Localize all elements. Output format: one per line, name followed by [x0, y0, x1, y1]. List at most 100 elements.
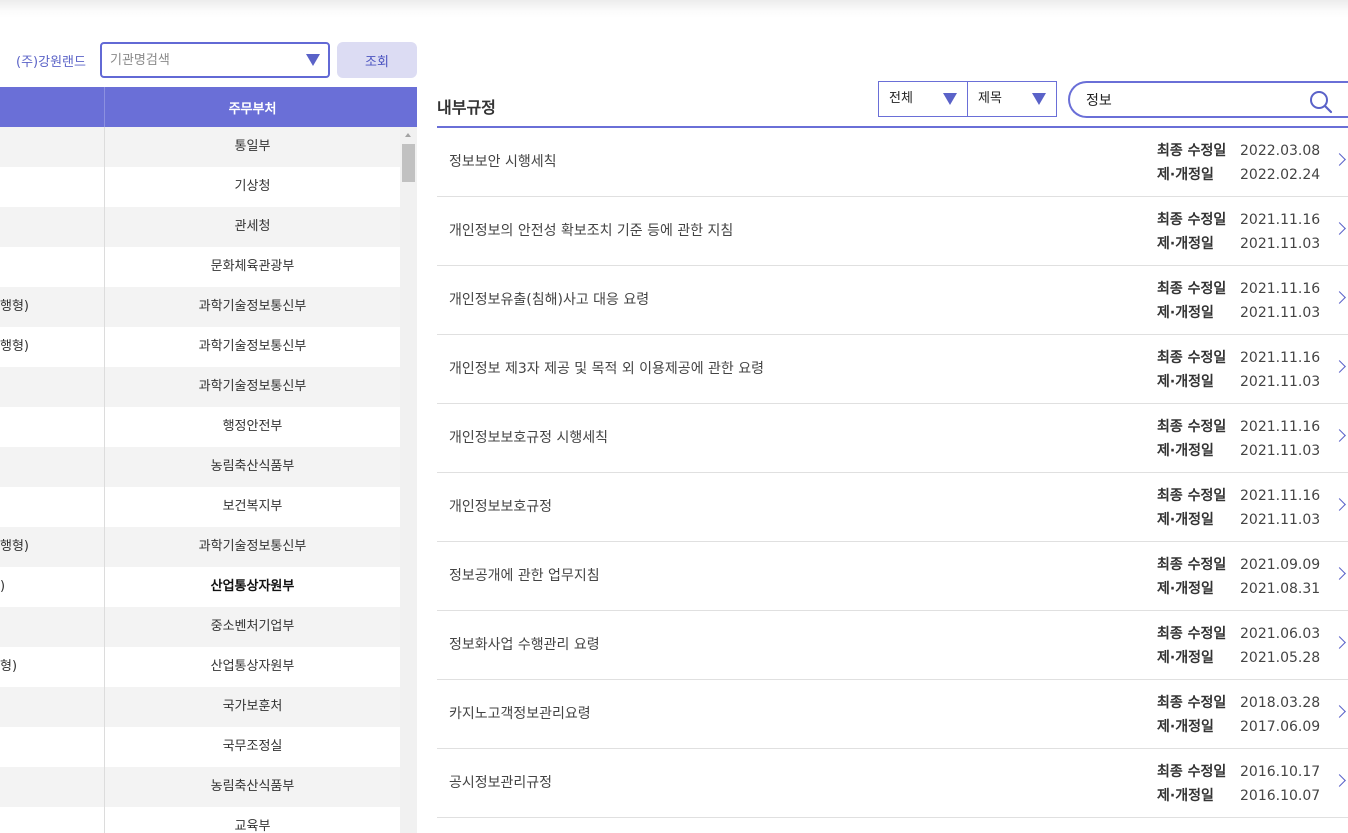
- org-table-row[interactable]: 농림축산식품부: [0, 447, 400, 487]
- last-modified-date: 2021.11.16: [1240, 488, 1321, 504]
- regulation-title[interactable]: 공시정보관리규정: [449, 749, 552, 817]
- org-table-row[interactable]: 형) 산업통상자원부: [0, 647, 400, 687]
- dept-cell: 농림축산식품부: [210, 459, 295, 474]
- last-modified-label: 최종 수정일: [1157, 626, 1227, 642]
- regulation-row[interactable]: 카지노고객정보관리요령 최종 수정일 2018.03.28 제·개정일 2017.06.…: [437, 680, 1348, 749]
- regulation-title[interactable]: 카지노고객정보관리요령: [449, 680, 591, 748]
- dept-cell: 농림축산식품부: [210, 779, 295, 794]
- regulation-dates: 최종 수정일 2022.03.08 제·개정일 2022.02.24: [1157, 139, 1327, 187]
- field-select[interactable]: 제목: [967, 81, 1057, 117]
- dept-cell: 보건복지부: [222, 499, 283, 514]
- regulation-title[interactable]: 정보공개에 관한 업무지침: [449, 542, 600, 610]
- regulation-row[interactable]: 정보공개에 관한 업무지침 최종 수정일 2021.09.09 제·개정일 2021.0…: [437, 542, 1348, 611]
- keyword-search-box[interactable]: [1068, 81, 1348, 118]
- chevron-right-icon[interactable]: [1333, 360, 1346, 373]
- chevron-right-icon[interactable]: [1333, 636, 1346, 649]
- magnifier-icon[interactable]: [1308, 89, 1334, 115]
- org-table-row[interactable]: 행형) 과학기술정보통신부: [0, 287, 400, 327]
- dept-cell: 중소벤처기업부: [210, 619, 295, 634]
- org-table-row[interactable]: 행형) 과학기술정보통신부: [0, 327, 400, 367]
- enacted-date: 2022.02.24: [1240, 167, 1321, 183]
- enacted-date: 2021.05.28: [1240, 650, 1321, 666]
- org-search-input[interactable]: [110, 44, 300, 76]
- org-table-row[interactable]: 행형) 과학기술정보통신부: [0, 527, 400, 567]
- chevron-right-icon[interactable]: [1333, 567, 1346, 580]
- page-title: 내부규정: [437, 98, 496, 117]
- regulation-row[interactable]: 개인정보보호규정 최종 수정일 2021.11.16 제·개정일 2021.11.03: [437, 473, 1348, 542]
- last-modified-label: 최종 수정일: [1157, 488, 1227, 504]
- enacted-label: 제·개정일: [1157, 512, 1214, 528]
- regulation-dates: 최종 수정일 2021.09.09 제·개정일 2021.08.31: [1157, 553, 1327, 601]
- regulation-row[interactable]: 개인정보의 안전성 확보조치 기준 등에 관한 지침 최종 수정일 2021.11.…: [437, 197, 1348, 266]
- scope-select[interactable]: 전체: [878, 81, 968, 117]
- regulation-title[interactable]: 개인정보보호규정: [449, 473, 552, 541]
- regulation-title[interactable]: 개인정보 제3자 제공 및 목적 외 이용제공에 관한 요령: [449, 335, 764, 403]
- org-table-row[interactable]: 문화체육관광부: [0, 247, 400, 287]
- org-table-row[interactable]: 관세청: [0, 207, 400, 247]
- org-name-cell: ): [0, 579, 6, 594]
- enacted-label: 제·개정일: [1157, 581, 1214, 597]
- query-button[interactable]: 조회: [337, 42, 417, 78]
- chevron-right-icon[interactable]: [1333, 291, 1346, 304]
- regulation-dates: 최종 수정일 2021.11.16 제·개정일 2021.11.03: [1157, 346, 1327, 394]
- org-table-row[interactable]: 국가보훈처: [0, 687, 400, 727]
- last-modified-label: 최종 수정일: [1157, 419, 1227, 435]
- org-table-row[interactable]: ) 산업통상자원부: [0, 567, 400, 607]
- chevron-right-icon[interactable]: [1333, 774, 1346, 787]
- regulation-row[interactable]: 개인정보보호규정 시행세칙 최종 수정일 2021.11.16 제·개정일 2021.1…: [437, 404, 1348, 473]
- org-name-cell: 행형): [0, 339, 29, 354]
- enacted-date: 2016.10.07: [1240, 788, 1321, 804]
- regulation-title[interactable]: 정보화사업 수행관리 요령: [449, 611, 600, 679]
- chevron-right-icon[interactable]: [1333, 705, 1346, 718]
- regulation-row[interactable]: 정보보안 시행세칙 최종 수정일 2022.03.08 제·개정일 2022.02.24: [437, 128, 1348, 197]
- org-table-row[interactable]: 기상청: [0, 167, 400, 207]
- dropdown-triangle-icon[interactable]: [306, 54, 320, 66]
- org-table-row[interactable]: 농림축산식품부: [0, 767, 400, 807]
- regulation-list: 정보보안 시행세칙 최종 수정일 2022.03.08 제·개정일 2022.02.24…: [437, 128, 1348, 818]
- last-modified-label: 최종 수정일: [1157, 557, 1227, 573]
- regulation-row[interactable]: 개인정보 제3자 제공 및 목적 외 이용제공에 관한 요령 최종 수정일 2021…: [437, 335, 1348, 404]
- regulation-dates: 최종 수정일 2016.10.17 제·개정일 2016.10.07: [1157, 760, 1327, 808]
- scroll-up-arrow-icon[interactable]: [405, 133, 411, 137]
- enacted-label: 제·개정일: [1157, 719, 1214, 735]
- dept-cell: 교육부: [234, 819, 271, 833]
- regulation-title[interactable]: 정보보안 시행세칙: [449, 128, 557, 196]
- scope-select-value: 전체: [889, 91, 913, 106]
- chevron-right-icon[interactable]: [1333, 429, 1346, 442]
- chevron-right-icon[interactable]: [1333, 153, 1346, 166]
- dept-cell: 국가보훈처: [222, 699, 283, 714]
- dept-cell: 산업통상자원부: [210, 659, 295, 674]
- org-table-row[interactable]: 보건복지부: [0, 487, 400, 527]
- last-modified-label: 최종 수정일: [1157, 350, 1227, 366]
- enacted-date: 2021.11.03: [1240, 236, 1321, 252]
- org-search-combobox[interactable]: [100, 42, 330, 78]
- org-table-row[interactable]: 중소벤처기업부: [0, 607, 400, 647]
- dropdown-triangle-icon: [1032, 93, 1046, 105]
- org-table-row[interactable]: 국무조정실: [0, 727, 400, 767]
- regulation-row[interactable]: 개인정보유출(침해)사고 대응 요령 최종 수정일 2021.11.16 제·개정일 2…: [437, 266, 1348, 335]
- org-table-row[interactable]: 통일부: [0, 127, 400, 167]
- dept-cell: 통일부: [234, 139, 271, 154]
- regulation-dates: 최종 수정일 2021.11.16 제·개정일 2021.11.03: [1157, 208, 1327, 256]
- regulation-row[interactable]: 공시정보관리규정 최종 수정일 2016.10.17 제·개정일 2016.10.07: [437, 749, 1348, 818]
- org-name-cell: 행형): [0, 539, 29, 554]
- regulation-dates: 최종 수정일 2021.11.16 제·개정일 2021.11.03: [1157, 484, 1327, 532]
- dept-cell: 과학기술정보통신부: [198, 299, 307, 314]
- org-table-row[interactable]: 교육부: [0, 807, 400, 833]
- regulation-row[interactable]: 정보화사업 수행관리 요령 최종 수정일 2021.06.03 제·개정일 2021.0…: [437, 611, 1348, 680]
- chevron-right-icon[interactable]: [1333, 498, 1346, 511]
- chevron-right-icon[interactable]: [1333, 222, 1346, 235]
- scroll-thumb[interactable]: [402, 144, 415, 182]
- last-modified-label: 최종 수정일: [1157, 212, 1227, 228]
- dept-column-header: 주무부처: [228, 101, 277, 117]
- org-table-scrollbar[interactable]: [400, 127, 417, 833]
- keyword-search-input[interactable]: [1086, 83, 1296, 116]
- regulation-title[interactable]: 개인정보보호규정 시행세칙: [449, 404, 608, 472]
- regulation-title[interactable]: 개인정보유출(침해)사고 대응 요령: [449, 266, 649, 334]
- last-modified-label: 최종 수정일: [1157, 695, 1227, 711]
- last-modified-date: 2018.03.28: [1240, 695, 1321, 711]
- org-table-row[interactable]: 과학기술정보통신부: [0, 367, 400, 407]
- regulation-title[interactable]: 개인정보의 안전성 확보조치 기준 등에 관한 지침: [449, 197, 733, 265]
- last-modified-label: 최종 수정일: [1157, 281, 1227, 297]
- org-table-row[interactable]: 행정안전부: [0, 407, 400, 447]
